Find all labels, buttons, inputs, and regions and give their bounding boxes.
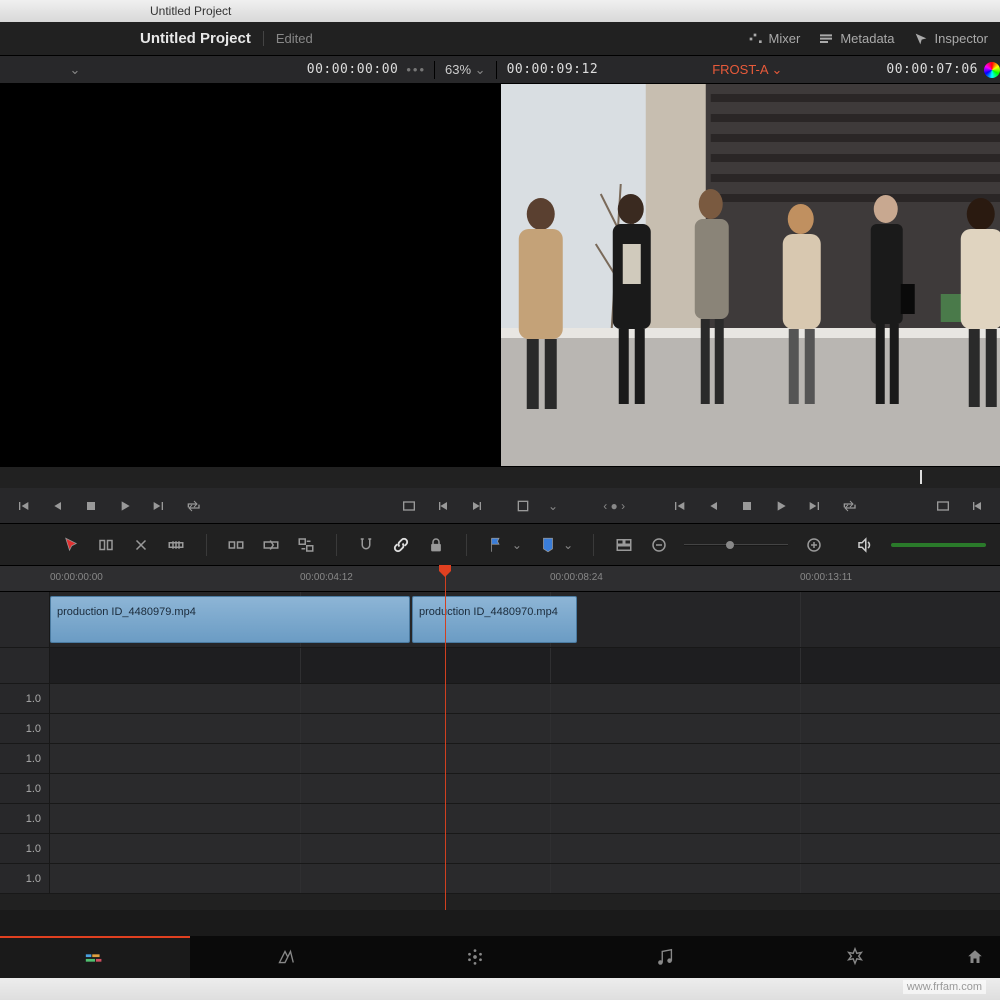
play-button[interactable]	[116, 497, 134, 515]
track-label: 1.0	[0, 864, 50, 893]
track-label: 1.0	[0, 744, 50, 773]
inspector-button[interactable]: Inspector	[913, 31, 988, 47]
edit-toolbar: ⌄ ⌄	[0, 524, 1000, 566]
track-label: 1.0	[0, 774, 50, 803]
tl-mark-in-button[interactable]	[968, 497, 986, 515]
tl-stop-button[interactable]	[738, 497, 756, 515]
timeline-scrubbar[interactable]	[500, 466, 1000, 488]
os-bottom-strip	[0, 978, 1000, 1000]
snap-toggle[interactable]	[357, 534, 376, 556]
source-scrubbar[interactable]	[0, 466, 500, 488]
fairlight-page-button[interactable]	[570, 936, 760, 978]
edited-label: Edited	[263, 31, 313, 46]
tl-first-frame-button[interactable]	[670, 497, 688, 515]
first-frame-button[interactable]	[14, 497, 32, 515]
video-clip[interactable]: production ID_4480979.mp4	[50, 596, 410, 643]
timeline-panel: production ID_4480979.mp4production ID_4…	[0, 592, 1000, 910]
flag-button[interactable]	[487, 534, 506, 556]
track-label: 1.0	[0, 834, 50, 863]
metadata-button[interactable]: Metadata	[818, 31, 894, 47]
audio-track[interactable]: 1.0	[0, 684, 1000, 714]
dynamic-trim-tool[interactable]	[131, 534, 150, 556]
track-label: 1.0	[0, 804, 50, 833]
overwrite-button[interactable]	[262, 534, 281, 556]
mark-in-button[interactable]	[434, 497, 452, 515]
view-options-button[interactable]	[614, 534, 633, 556]
source-viewer[interactable]	[0, 84, 501, 466]
source-timecode[interactable]: 00:00:00:00	[307, 62, 399, 77]
project-title: Untitled Project	[140, 30, 251, 47]
fusion-page-button[interactable]	[190, 936, 380, 978]
crop-button[interactable]	[514, 497, 532, 515]
step-back-button[interactable]	[48, 497, 66, 515]
page-switcher	[0, 936, 1000, 978]
replace-button[interactable]	[297, 534, 316, 556]
audio-track[interactable]: 1.0	[0, 804, 1000, 834]
selection-tool[interactable]	[61, 534, 80, 556]
playhead[interactable]	[445, 592, 446, 910]
video-clip[interactable]: production ID_4480970.mp4	[412, 596, 577, 643]
mark-out-button[interactable]	[468, 497, 486, 515]
tl-step-back-button[interactable]	[704, 497, 722, 515]
volume-slider[interactable]	[891, 543, 986, 547]
source-options-icon[interactable]: •••	[406, 62, 426, 77]
audio-track[interactable]: 1.0	[0, 834, 1000, 864]
header-bar: Untitled Project Edited Mixer Metadata I…	[0, 22, 1000, 56]
source-transport	[0, 488, 500, 523]
ruler-tick: 00:00:04:12	[300, 572, 353, 583]
tl-play-button[interactable]	[772, 497, 790, 515]
insert-button[interactable]	[227, 534, 246, 556]
timeline-transport: ⌄ ‹ ● ›	[500, 488, 1000, 523]
zoom-slider[interactable]	[684, 544, 788, 546]
edit-page-button[interactable]	[0, 936, 190, 978]
tl-last-frame-button[interactable]	[806, 497, 824, 515]
deliver-page-button[interactable]	[760, 936, 950, 978]
trim-tool[interactable]	[96, 534, 115, 556]
source-dropdown[interactable]: ⌄	[0, 62, 150, 78]
timeline-name[interactable]: FROST-A ⌄	[712, 62, 782, 78]
spacer-track	[0, 648, 1000, 684]
record-timecode[interactable]: 00:00:09:12	[507, 62, 599, 77]
marker-button[interactable]	[538, 534, 557, 556]
loop-button[interactable]	[184, 497, 202, 515]
tl-match-frame-button[interactable]	[934, 497, 952, 515]
ruler-tick: 00:00:08:24	[550, 572, 603, 583]
mixer-button[interactable]: Mixer	[747, 31, 801, 47]
timecode-bar: ⌄ 00:00:00:00 ••• 63% ⌄ 00:00:09:12 FROS…	[0, 56, 1000, 84]
tl-loop-button[interactable]	[840, 497, 858, 515]
link-toggle[interactable]	[392, 534, 411, 556]
zoom-in-button[interactable]	[804, 534, 823, 556]
transport-controls: ⌄ ‹ ● ›	[0, 488, 1000, 524]
timeline-timecode[interactable]: 00:00:07:06	[886, 62, 978, 77]
viewer-zoom[interactable]: 63% ⌄	[445, 62, 486, 78]
ruler-tick: 00:00:13:11	[800, 572, 852, 583]
video-track[interactable]: production ID_4480979.mp4production ID_4…	[0, 592, 1000, 648]
ruler-tick: 00:00:00:00	[50, 572, 103, 583]
preview-frame	[501, 84, 1000, 466]
window-titlebar: Untitled Project	[0, 0, 1000, 22]
audio-track[interactable]: 1.0	[0, 714, 1000, 744]
blade-tool[interactable]	[167, 534, 186, 556]
match-frame-button[interactable]	[400, 497, 418, 515]
audio-track[interactable]: 1.0	[0, 774, 1000, 804]
last-frame-button[interactable]	[150, 497, 168, 515]
viewer-panel	[0, 84, 1000, 466]
window-title: Untitled Project	[150, 4, 231, 18]
watermark: www.frfam.com	[903, 980, 986, 994]
track-label: 1.0	[0, 714, 50, 743]
color-wheel-icon[interactable]	[984, 62, 1000, 78]
scrub-bars	[0, 466, 1000, 488]
volume-icon[interactable]	[855, 534, 874, 556]
lock-toggle[interactable]	[427, 534, 446, 556]
timeline-ruler[interactable]: 00:00:00:00 00:00:04:12 00:00:08:24 00:00:1…	[0, 566, 1000, 592]
audio-track[interactable]: 1.0	[0, 744, 1000, 774]
track-label: 1.0	[0, 684, 50, 713]
stop-button[interactable]	[82, 497, 100, 515]
timeline-viewer[interactable]	[501, 84, 1000, 466]
audio-track[interactable]: 1.0	[0, 864, 1000, 894]
zoom-out-button[interactable]	[649, 534, 668, 556]
color-page-button[interactable]	[380, 936, 570, 978]
home-button[interactable]	[950, 948, 1000, 966]
